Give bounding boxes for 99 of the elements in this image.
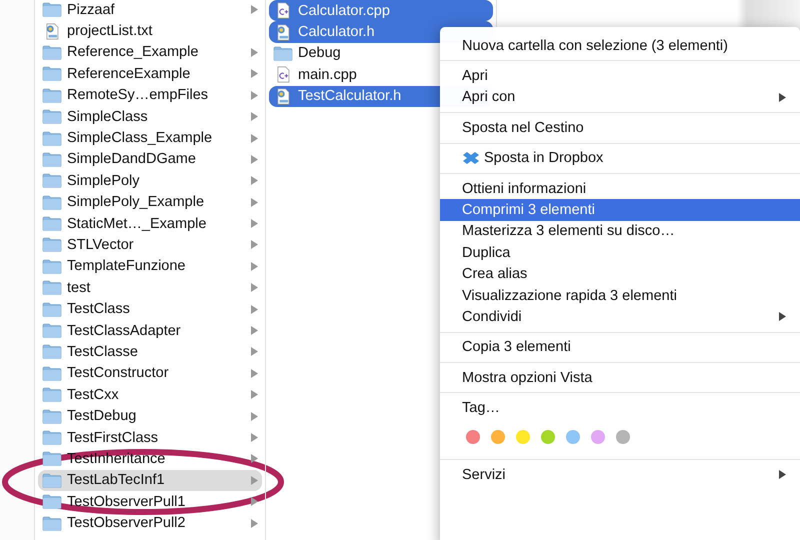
folder-icon [42,1,62,18]
disclosure-arrow-icon[interactable] [251,454,258,464]
folder-icon [42,514,62,532]
submenu-arrow-icon [779,312,786,322]
folder-icon [42,130,62,147]
disclosure-arrow-icon[interactable] [251,304,258,314]
tag-color-dot[interactable] [616,430,630,444]
folder-icon [42,472,62,489]
menu-item[interactable]: Ottieni informazioni [440,178,800,200]
disclosure-arrow-icon[interactable] [251,497,258,506]
folder-icon [42,343,62,360]
menu-item[interactable]: Duplica [440,242,800,264]
tag-color-dot[interactable] [591,430,605,444]
folder-icon [42,279,62,296]
menu-item[interactable]: Condividi [440,306,800,328]
file-row[interactable]: TestLabTecInf1 [38,470,262,491]
file-row[interactable]: RemoteSy…empFiles [38,84,262,106]
disclosure-arrow-icon[interactable] [251,347,258,356]
menu-item[interactable]: Copia 3 elementi [440,336,800,358]
file-row[interactable]: Calculator.cpp [269,0,493,22]
folder-icon [42,215,62,232]
file-row[interactable]: Pizzaaf [38,0,262,20]
file-row[interactable]: TestClassAdapter [38,320,262,342]
folder-icon [42,44,62,61]
file-row[interactable]: SimplePoly_Example [38,192,262,213]
file-row[interactable]: TestDebug [38,405,262,427]
folder-icon [42,364,62,382]
disclosure-arrow-icon[interactable] [251,134,258,143]
file-row[interactable]: TestObserverPull1 [38,490,262,512]
disclosure-arrow-icon[interactable] [251,283,258,292]
disclosure-arrow-icon[interactable] [251,112,258,122]
tag-color-dot[interactable] [541,430,555,444]
file-row[interactable]: TemplateFunzione [38,256,262,278]
folder-icon [42,258,62,275]
folder-icon [42,408,62,425]
disclosure-arrow-icon[interactable] [251,219,258,228]
file-row[interactable]: TestObserverPull2 [38,512,262,534]
file-row[interactable]: StaticMet…_Example [38,212,262,234]
tag-color-dot[interactable] [516,430,530,444]
folder-icon [42,65,62,82]
folder-icon [273,44,293,62]
disclosure-arrow-icon[interactable] [251,90,258,100]
menu-item[interactable]: Comprimi 3 elementi [440,199,800,221]
disclosure-arrow-icon[interactable] [251,154,258,164]
disclosure-arrow-icon[interactable] [251,412,258,421]
menu-item[interactable]: Sposta nel Cestino [440,117,800,139]
disclosure-arrow-icon[interactable] [251,69,258,78]
file-row[interactable]: TestClasse [38,341,262,363]
folder-icon [42,450,62,468]
file-row[interactable]: Reference_Example [38,42,262,64]
menu-item[interactable]: Tag… [440,397,800,419]
file-row[interactable]: TestFirstClass [38,426,262,448]
disclosure-arrow-icon[interactable] [251,176,258,186]
folder-icon [42,300,62,318]
menu-item[interactable]: Apri [440,65,800,87]
disclosure-arrow-icon[interactable] [251,48,258,57]
disclosure-arrow-icon[interactable] [251,518,258,528]
menu-item[interactable]: Sposta in Dropbox [440,148,800,169]
open-box-icon [462,150,480,166]
file-row[interactable]: TestConstructor [38,362,262,384]
file-row[interactable]: SimpleDandDGame [38,148,262,170]
disclosure-arrow-icon[interactable] [251,5,258,14]
menu-item[interactable]: Masterizza 3 elementi su disco… [440,220,800,242]
tag-color-dot[interactable] [466,430,480,444]
folder-icon [42,236,62,254]
file-row[interactable]: STLVector [38,234,262,256]
disclosure-arrow-icon[interactable] [251,390,258,400]
menu-item[interactable]: Mostra opzioni Vista [440,367,800,388]
disclosure-arrow-icon[interactable] [251,433,258,442]
menu-item[interactable]: Visualizzazione rapida 3 elementi [440,284,800,306]
folder-icon [42,150,62,168]
file-row[interactable]: projectList.txt [38,20,262,42]
tag-color-dot[interactable] [491,430,505,444]
disclosure-arrow-icon[interactable] [251,262,258,271]
folder-icon [42,172,62,190]
folder-icon [42,429,62,446]
folder-icon [42,86,62,104]
file-row[interactable]: ReferenceExample [38,63,262,85]
submenu-arrow-icon [779,92,786,102]
disclosure-arrow-icon[interactable] [251,326,258,336]
folder-icon [42,386,62,404]
submenu-arrow-icon [779,470,786,480]
folder-icon [42,108,62,126]
file-row[interactable]: SimplePoly [38,170,262,192]
menu-item[interactable]: Crea alias [440,264,800,285]
tag-color-dot[interactable] [566,430,580,444]
menu-item[interactable]: Servizi [440,464,800,486]
folder-icon [42,194,62,211]
file-row[interactable]: TestInheritance [38,448,262,470]
folder-icon [42,493,62,510]
file-row[interactable]: TestClass [38,298,262,320]
file-row[interactable]: test [38,277,262,298]
file-row[interactable]: TestCxx [38,384,262,406]
folder-icon [42,322,62,340]
file-row[interactable]: SimpleClass [38,106,262,128]
disclosure-arrow-icon[interactable] [251,240,258,250]
disclosure-arrow-icon[interactable] [251,368,258,378]
file-row[interactable]: SimpleClass_Example [38,127,262,149]
disclosure-arrow-icon[interactable] [251,198,258,207]
